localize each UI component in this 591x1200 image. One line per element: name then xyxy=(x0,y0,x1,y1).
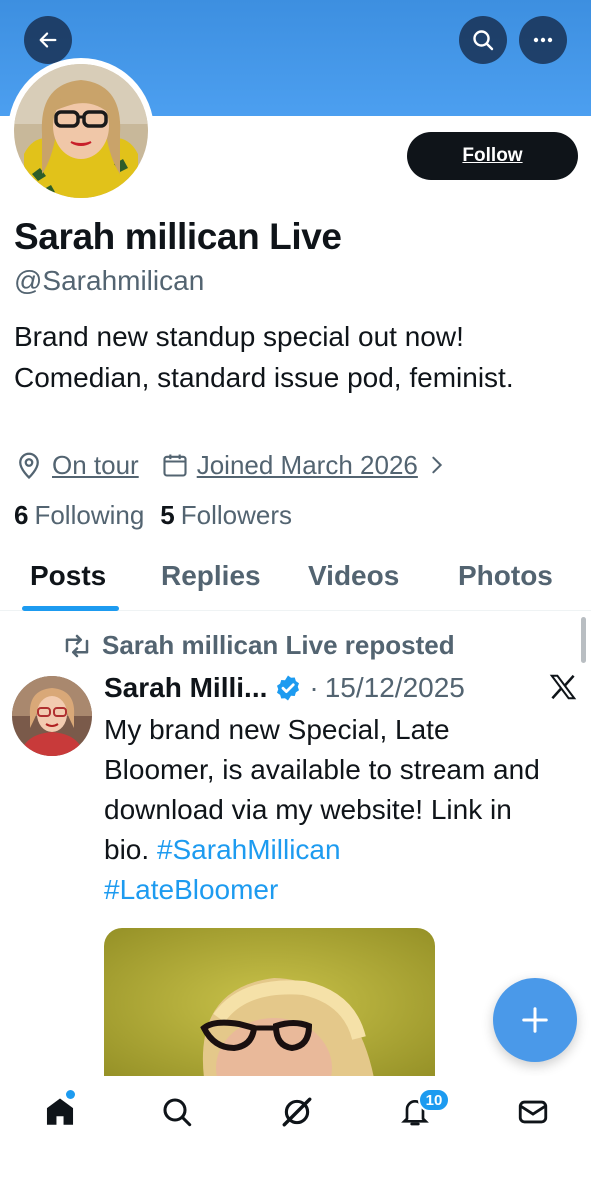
x-logo-icon xyxy=(548,672,578,710)
display-name: Sarah millican Live xyxy=(14,216,342,257)
bottom-navigation: 10 xyxy=(0,1076,591,1200)
compose-post-button[interactable] xyxy=(493,978,577,1062)
search-icon xyxy=(473,30,494,51)
more-button[interactable] xyxy=(519,16,567,64)
post-author-avatar[interactable] xyxy=(12,676,92,756)
tab-replies[interactable]: Replies xyxy=(161,560,261,592)
post-media[interactable] xyxy=(104,928,435,1078)
hashtag-link[interactable]: #LateBloomer xyxy=(104,874,278,905)
profile-avatar[interactable] xyxy=(8,58,154,204)
tab-videos[interactable]: Videos xyxy=(308,560,399,592)
follow-button[interactable]: Follow xyxy=(407,132,578,180)
location-pin-icon xyxy=(19,452,39,480)
grok-icon xyxy=(282,1097,312,1127)
followers-count: 5 xyxy=(160,500,175,530)
location-link[interactable]: On tour xyxy=(52,450,139,481)
repost-text: Sarah millican Live reposted xyxy=(102,630,455,660)
hashtag-link[interactable]: #SarahMillican xyxy=(157,834,341,865)
followers-label: Followers xyxy=(180,500,293,530)
home-unread-dot xyxy=(66,1090,75,1099)
profile-meta: On tour Joined March 2026 xyxy=(14,446,448,484)
verified-badge-icon xyxy=(277,675,300,701)
handle: @Sarahmilican xyxy=(14,265,205,296)
plus-icon xyxy=(522,1007,548,1033)
notification-badge: 10 xyxy=(418,1088,450,1112)
repost-indicator: Sarah millican Live reposted xyxy=(62,630,455,661)
scrollbar[interactable] xyxy=(581,617,586,663)
joined-item[interactable]: Joined March 2026 xyxy=(161,450,448,481)
nav-search[interactable] xyxy=(157,1092,197,1132)
post-author-name[interactable]: Sarah Milli... xyxy=(104,672,267,704)
post-header: Sarah Milli... · 15/12/2025 xyxy=(104,670,465,706)
followers-count-link[interactable]: 5 Followers xyxy=(160,500,292,531)
search-icon xyxy=(163,1098,192,1127)
nav-home[interactable] xyxy=(40,1092,80,1132)
more-horizontal-icon xyxy=(533,37,553,43)
joined-date[interactable]: Joined March 2026 xyxy=(197,450,418,481)
author-photo xyxy=(12,676,92,756)
search-button[interactable] xyxy=(459,16,507,64)
home-icon xyxy=(46,1098,74,1125)
profile-photo xyxy=(14,64,148,198)
follow-counts: 6 Following 5 Followers xyxy=(14,500,292,531)
post-date-separator: · xyxy=(309,672,319,703)
back-button[interactable] xyxy=(24,16,72,64)
nav-messages[interactable] xyxy=(513,1092,553,1132)
nav-grok[interactable] xyxy=(277,1092,317,1132)
chevron-right-icon xyxy=(432,456,442,474)
calendar-icon xyxy=(163,454,187,477)
post-date[interactable]: 15/12/2025 xyxy=(325,672,465,704)
following-count-link[interactable]: 6 Following xyxy=(14,500,144,531)
following-label: Following xyxy=(34,500,145,530)
post-text: My brand new Special, Late Bloomer, is a… xyxy=(104,710,564,910)
profile-tabs: Posts Replies Videos Photos xyxy=(0,548,591,611)
tab-photos[interactable]: Photos xyxy=(458,560,553,592)
tab-posts[interactable]: Posts xyxy=(30,560,106,592)
active-tab-indicator xyxy=(22,606,119,611)
following-count: 6 xyxy=(14,500,29,530)
bio: Brand new standup special out now! Comed… xyxy=(14,321,514,393)
mail-icon xyxy=(518,1100,548,1124)
repost-icon xyxy=(65,634,89,657)
arrow-left-icon xyxy=(39,32,57,48)
location-item[interactable]: On tour xyxy=(14,450,139,481)
post-video-thumbnail xyxy=(104,928,435,1078)
